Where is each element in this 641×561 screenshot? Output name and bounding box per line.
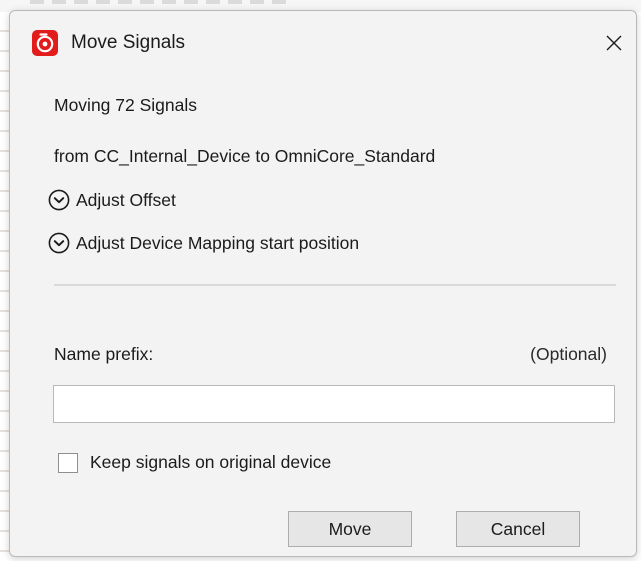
keep-signals-label: Keep signals on original device — [90, 452, 332, 472]
adjust-device-mapping-label: Adjust Device Mapping start position — [76, 232, 360, 253]
keep-signals-checkbox-row[interactable]: Keep signals on original device — [58, 452, 331, 473]
cancel-button[interactable]: Cancel — [456, 511, 580, 547]
name-prefix-input[interactable] — [53, 385, 615, 423]
title-bar[interactable]: Move Signals — [10, 11, 636, 73]
adjust-offset-expander[interactable]: Adjust Offset — [48, 185, 176, 215]
adjust-offset-label: Adjust Offset — [76, 189, 176, 210]
dialog-title: Move Signals — [71, 32, 186, 53]
name-prefix-label: Name prefix: — [54, 344, 154, 364]
robotstudio-app-icon — [32, 30, 58, 56]
moving-count-text: Moving 72 Signals — [54, 95, 197, 115]
section-divider — [54, 284, 616, 286]
adjust-device-mapping-expander[interactable]: Adjust Device Mapping start position — [48, 228, 359, 258]
chevron-down-circle-icon — [48, 232, 70, 254]
optional-hint: (Optional) — [530, 344, 607, 364]
move-button[interactable]: Move — [288, 511, 412, 547]
move-signals-dialog: Move Signals Moving 72 Signals from CC_I… — [9, 10, 637, 557]
keep-signals-checkbox[interactable] — [58, 452, 78, 473]
chevron-down-circle-icon — [48, 189, 70, 211]
close-icon — [606, 35, 622, 51]
source-target-text: from CC_Internal_Device to OmniCore_Stan… — [54, 146, 436, 166]
background-window-edge — [0, 12, 9, 561]
close-button[interactable] — [596, 25, 632, 61]
